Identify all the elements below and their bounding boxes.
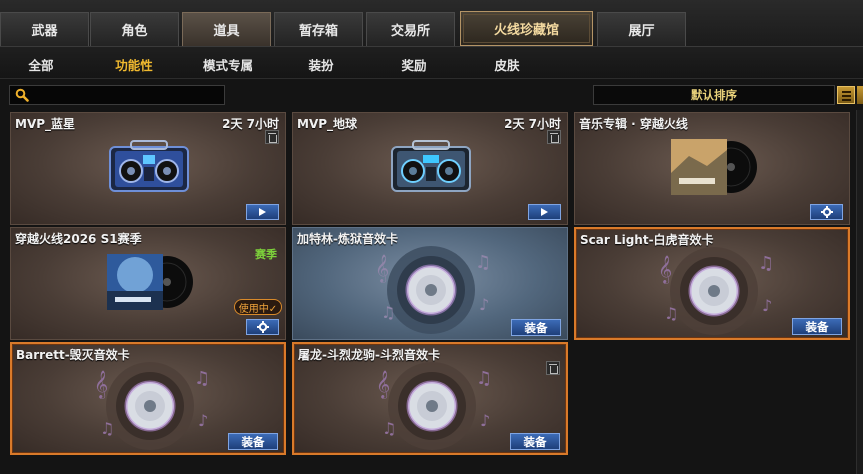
sub-tab-bar: 全部 功能性 模式专属 装扮 奖励 皮肤 xyxy=(0,47,863,79)
item-title: 穿越火线2026 S1赛季 xyxy=(15,232,142,246)
svg-text:𝄞: 𝄞 xyxy=(658,255,672,284)
sort-label: 默认排序 xyxy=(691,88,737,102)
search-input[interactable] xyxy=(34,87,220,103)
item-card[interactable]: MVP_地球 2天 7小时 xyxy=(292,112,568,225)
svg-text:♪: ♪ xyxy=(480,411,490,430)
svg-text:𝄞: 𝄞 xyxy=(375,254,389,283)
sound-card-disc-image: 𝄞 ♫ ♪ ♫ xyxy=(658,247,774,335)
boombox-image xyxy=(109,140,189,192)
svg-text:♫: ♫ xyxy=(475,252,491,273)
equip-button[interactable]: 装备 xyxy=(510,433,560,450)
svg-text:♫: ♫ xyxy=(476,368,492,389)
sound-card-disc-image: 𝄞 ♫ ♪ ♫ xyxy=(94,362,210,450)
gear-icon xyxy=(256,321,269,333)
subtab-skins[interactable]: 皮肤 xyxy=(461,55,553,74)
svg-text:♫: ♫ xyxy=(381,303,395,322)
svg-text:𝄞: 𝄞 xyxy=(376,370,390,399)
subtab-rewards[interactable]: 奖励 xyxy=(368,55,460,74)
grid-scrollbar[interactable] xyxy=(856,110,863,474)
in-use-badge: 使用中✓ xyxy=(234,299,282,315)
item-card[interactable]: 屠龙-斗烈龙驹-斗烈音效卡 𝄞 ♫ ♪ ♫ 装备 xyxy=(292,342,568,455)
gear-icon xyxy=(820,206,833,218)
top-tab-bar: 武器 角色 道具 暂存箱 交易所 火线珍藏馆 展厅 xyxy=(0,0,863,47)
svg-text:𝄞: 𝄞 xyxy=(94,370,108,399)
item-title: MVP_地球 xyxy=(297,117,358,131)
play-button[interactable] xyxy=(246,204,279,220)
sound-card-disc-image: 𝄞 ♫ ♪ ♫ xyxy=(376,362,492,450)
subtab-all[interactable]: 全部 xyxy=(0,55,87,74)
svg-text:♫: ♫ xyxy=(100,419,114,438)
svg-text:♫: ♫ xyxy=(382,419,396,438)
tab-weapons[interactable]: 武器 xyxy=(0,12,89,46)
tab-collection-hall[interactable]: 火线珍藏馆 xyxy=(460,11,593,46)
sound-card-disc-image: 𝄞 ♫ ♪ ♫ xyxy=(375,246,491,334)
svg-text:♪: ♪ xyxy=(479,295,489,314)
play-button[interactable] xyxy=(528,204,561,220)
subtab-mode-exclusive[interactable]: 模式专属 xyxy=(182,55,274,74)
album-image xyxy=(107,254,193,310)
tab-characters[interactable]: 角色 xyxy=(90,12,179,46)
equip-button[interactable]: 装备 xyxy=(511,319,561,336)
item-card[interactable]: 音乐专辑 · 穿越火线 xyxy=(574,112,850,225)
sort-dropdown[interactable]: 默认排序 xyxy=(593,85,835,105)
search-box xyxy=(9,85,225,105)
subtab-outfit[interactable]: 装扮 xyxy=(275,55,367,74)
equip-button[interactable]: 装备 xyxy=(228,433,278,450)
item-card[interactable]: Scar Light-白虎音效卡 𝄞 ♫ ♪ ♫ 装备 xyxy=(574,227,850,340)
item-card[interactable]: Barrett-毁灭音效卡 𝄞 ♫ ♪ ♫ 装备 xyxy=(10,342,286,455)
boombox-image xyxy=(391,140,471,192)
item-title: 音乐专辑 · 穿越火线 xyxy=(579,117,688,131)
item-card[interactable]: 穿越火线2026 S1赛季 赛季 使用中✓ xyxy=(10,227,286,340)
svg-text:♫: ♫ xyxy=(758,253,774,274)
settings-button[interactable] xyxy=(810,204,843,220)
svg-text:♫: ♫ xyxy=(194,368,210,389)
sort-menu-icon[interactable] xyxy=(837,86,855,104)
search-icon[interactable] xyxy=(15,88,29,102)
equip-button[interactable]: 装备 xyxy=(792,318,842,335)
item-title: MVP_蓝星 xyxy=(15,117,76,131)
svg-text:♪: ♪ xyxy=(762,296,772,315)
svg-text:♫: ♫ xyxy=(664,304,678,323)
tab-items[interactable]: 道具 xyxy=(182,12,271,46)
season-badge: 赛季 xyxy=(255,248,277,261)
trash-icon[interactable] xyxy=(547,130,561,144)
svg-text:♪: ♪ xyxy=(198,411,208,430)
tab-storage[interactable]: 暂存箱 xyxy=(274,12,363,46)
subtab-functional[interactable]: 功能性 xyxy=(88,55,180,74)
item-card[interactable]: MVP_蓝星 2天 7小时 xyxy=(10,112,286,225)
tab-showroom[interactable]: 展厅 xyxy=(597,12,686,46)
trash-icon[interactable] xyxy=(265,130,279,144)
tab-exchange[interactable]: 交易所 xyxy=(366,12,455,46)
sort-order-button[interactable] xyxy=(857,86,863,104)
album-image xyxy=(671,139,757,195)
item-card[interactable]: 加特林-炼狱音效卡 𝄞 ♫ ♪ ♫ 装备 xyxy=(292,227,568,340)
settings-button[interactable] xyxy=(246,319,279,335)
item-grid: MVP_蓝星 2天 7小时 MVP_地球 2天 7小时 音乐专辑 · 穿越火线 … xyxy=(6,110,855,474)
trash-icon[interactable] xyxy=(546,361,560,375)
